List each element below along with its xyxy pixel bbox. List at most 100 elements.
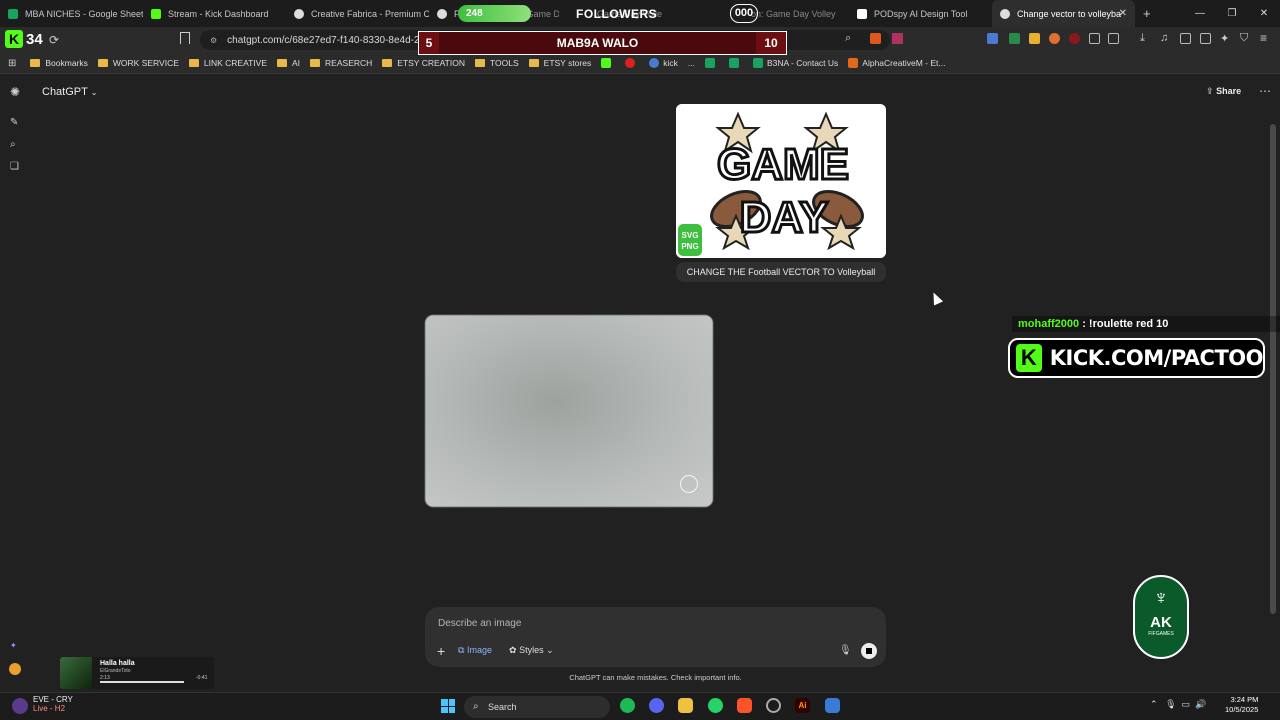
- extension-icon[interactable]: [1029, 33, 1040, 44]
- maximize-icon[interactable]: ❐: [1216, 0, 1248, 27]
- bookmark-label: kick: [663, 58, 678, 68]
- new-tab-button[interactable]: +: [1143, 6, 1151, 21]
- bookmarks-bar: ⊞ Bookmarks WORK SERVICE LINK CREATIVE A…: [0, 53, 1280, 74]
- add-attachment-icon[interactable]: +: [437, 643, 445, 659]
- brave-browser-icon[interactable]: [737, 698, 752, 713]
- folder-icon: [277, 59, 288, 67]
- kick-logo-icon: K: [1016, 344, 1042, 372]
- tab-kick-dashboard[interactable]: Stream - Kick Dashboard: [143, 0, 286, 27]
- now-playing-widget: Halla halla ElGrandeToto 2:13 -0:41: [60, 657, 214, 689]
- image-mode-button[interactable]: ⧉ Image: [458, 645, 492, 656]
- sidebar-icon[interactable]: [1180, 33, 1191, 44]
- file-explorer-icon[interactable]: [678, 698, 693, 713]
- chevron-up-icon[interactable]: ⌃: [1150, 699, 1158, 709]
- bookmark-plain[interactable]: ...: [688, 58, 695, 68]
- avatar[interactable]: [9, 663, 21, 675]
- app-icon[interactable]: [766, 698, 781, 713]
- image-icon: ⧉: [458, 645, 465, 655]
- bookmark-folder[interactable]: Bookmarks: [30, 58, 88, 68]
- stop-generating-button[interactable]: [861, 643, 877, 659]
- tab-label: Stream - Kick Dashboard: [168, 8, 269, 19]
- tab-google-sheets[interactable]: MBA NICHES - Google Sheets: [0, 0, 143, 27]
- prompt-composer[interactable]: Describe an image + ⧉ Image ✿ Styles ⌄ 🎙: [425, 607, 886, 667]
- translate-icon[interactable]: [987, 33, 998, 44]
- bookmark-kick-web[interactable]: kick: [649, 58, 678, 68]
- day-text: DAY: [740, 193, 829, 242]
- bookmark-folder[interactable]: ETSY CREATION: [382, 58, 465, 68]
- extension-icon[interactable]: [1069, 33, 1080, 44]
- leo-ai-icon[interactable]: ✦: [1220, 32, 1229, 45]
- folder-icon: [474, 59, 485, 67]
- bookmark-folder[interactable]: LINK CREATIVE: [188, 58, 267, 68]
- attached-image-game-day[interactable]: GAME DAY SVG PNG: [676, 104, 886, 258]
- brave-rewards-icon[interactable]: [892, 33, 903, 44]
- song-remaining: -0:41: [196, 675, 208, 681]
- volume-icon[interactable]: 🔊: [1195, 699, 1206, 709]
- bookmark-folder[interactable]: TOOLS: [474, 58, 519, 68]
- bookmark-folder[interactable]: AI: [277, 58, 300, 68]
- close-tab-icon[interactable]: ✕: [1119, 8, 1127, 19]
- stream-widget[interactable]: EVE - CRY Live - H2: [33, 695, 73, 713]
- scoreboard-title: MAB9A WALO: [439, 32, 756, 54]
- menu-icon[interactable]: ≡: [1260, 31, 1267, 45]
- tab-change-vector[interactable]: Change vector to volleyba ✕: [992, 0, 1135, 27]
- start-button[interactable]: [441, 699, 455, 713]
- extension-icon[interactable]: [1049, 33, 1060, 44]
- extension-icon[interactable]: [1009, 33, 1020, 44]
- illustrator-icon[interactable]: Ai: [795, 698, 810, 713]
- clock[interactable]: 3:24 PM 10/5/2025: [1225, 695, 1258, 715]
- spotify-icon[interactable]: [620, 698, 635, 713]
- scrollbar[interactable]: [1270, 124, 1276, 614]
- bookmark-icon[interactable]: [180, 32, 190, 44]
- bookmark-folder[interactable]: ETSY stores: [528, 58, 591, 68]
- prompt-input[interactable]: Describe an image: [438, 618, 521, 629]
- bookmark-sheets[interactable]: [704, 58, 719, 68]
- music-icon[interactable]: ♫: [1160, 32, 1168, 44]
- upgrade-sparkle-icon[interactable]: ✦: [10, 641, 17, 650]
- bookmark-label: ETSY CREATION: [397, 58, 465, 68]
- model-selector[interactable]: ChatGPT ⌄: [42, 86, 97, 98]
- bookmark-b3na[interactable]: B3NA - Contact Us: [752, 58, 838, 68]
- vpn-shield-icon[interactable]: ⛉: [1240, 32, 1248, 45]
- loading-spinner-icon: [680, 475, 698, 493]
- search-chats-icon[interactable]: ⌕: [10, 139, 16, 150]
- microphone-icon[interactable]: 🎙: [1165, 699, 1176, 709]
- bookmark-kick[interactable]: [601, 58, 615, 68]
- bookmark-youtube[interactable]: [625, 58, 639, 68]
- followers-progress-bar: 248: [458, 5, 531, 22]
- download-icon[interactable]: ⤓: [1140, 32, 1145, 45]
- bookmark-sheets[interactable]: [728, 58, 743, 68]
- sheets-icon: [728, 58, 739, 68]
- bookmark-etsy[interactable]: AlphaCreativeM - Et...: [848, 58, 945, 68]
- library-icon[interactable]: ❏: [10, 161, 19, 172]
- app-icon[interactable]: [825, 698, 840, 713]
- bookmark-folder[interactable]: REASERCH: [310, 58, 372, 68]
- more-options-icon[interactable]: ⋯: [1259, 84, 1271, 98]
- search-icon[interactable]: ⌕: [845, 32, 851, 45]
- stream-icon[interactable]: [12, 698, 28, 714]
- apps-grid-icon[interactable]: ⊞: [8, 58, 16, 69]
- close-window-icon[interactable]: ✕: [1248, 0, 1280, 27]
- extensions-puzzle-icon[interactable]: [1089, 33, 1100, 44]
- bookmark-folder[interactable]: WORK SERVICE: [97, 58, 179, 68]
- brave-shield-icon[interactable]: [870, 33, 881, 44]
- tab-creative-fabrica[interactable]: Creative Fabrica - Premium Cra: [286, 0, 429, 27]
- styles-button[interactable]: ✿ Styles ⌄: [509, 645, 554, 656]
- wallet-icon[interactable]: [1200, 33, 1211, 44]
- share-button[interactable]: ⇪ Share: [1206, 86, 1241, 97]
- network-icon[interactable]: ▭: [1182, 699, 1191, 709]
- new-chat-icon[interactable]: ✎: [10, 117, 18, 128]
- whatsapp-icon[interactable]: [708, 698, 723, 713]
- chatgpt-logo-icon[interactable]: ✺: [10, 85, 20, 99]
- tab-podspy[interactable]: PODspy AI Design Tool: [849, 0, 992, 27]
- minimize-icon[interactable]: —: [1184, 0, 1216, 27]
- system-tray: ⌃ 🎙 ▭ 🔊: [1150, 699, 1206, 710]
- extension-icon[interactable]: [1108, 33, 1119, 44]
- taskbar-search[interactable]: ⌕ Search: [464, 696, 610, 718]
- reload-icon[interactable]: ⟳: [49, 33, 59, 47]
- discord-icon[interactable]: [649, 698, 664, 713]
- site-info-icon[interactable]: ⚙: [210, 36, 217, 45]
- microphone-icon[interactable]: 🎙: [839, 645, 852, 656]
- bookmark-label: REASERCH: [325, 58, 373, 68]
- creative-fabrica-icon: [294, 8, 304, 19]
